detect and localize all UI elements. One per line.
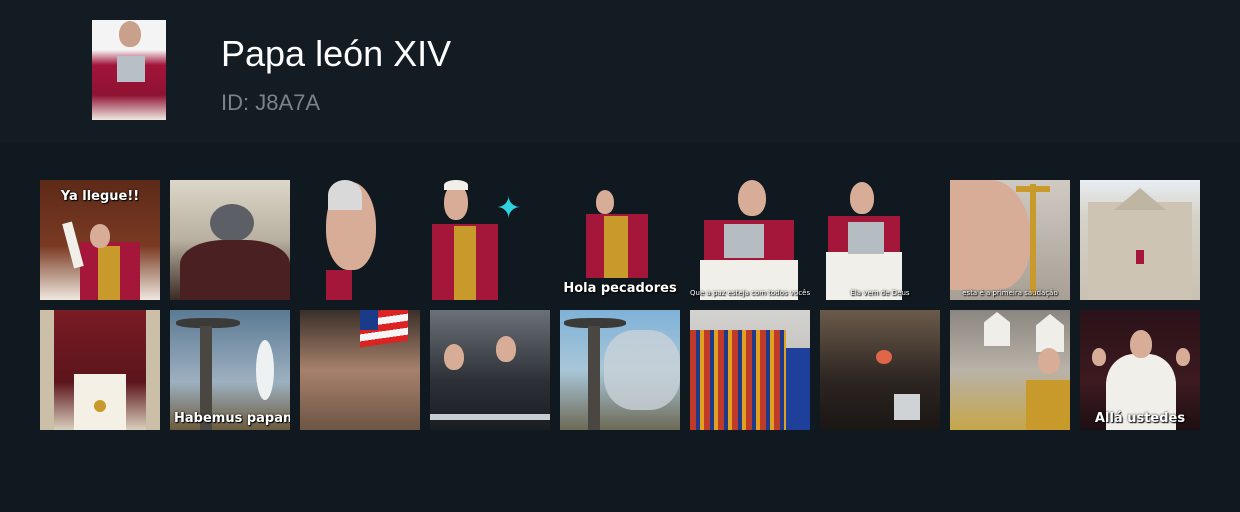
sticker-crowd-cheer[interactable]: [430, 310, 550, 430]
sticker-basilica[interactable]: [1080, 180, 1200, 300]
sticker-grid: Ya llegue!! ✦ Hola pecadores Que a paz e…: [40, 180, 1200, 430]
pack-cover-image: [92, 20, 166, 120]
sticker-alla-ustedes[interactable]: Allá ustedes: [1080, 310, 1200, 430]
pack-id: ID: J8A7A: [221, 90, 321, 115]
sticker-cardinals-room[interactable]: [820, 310, 940, 430]
sticker-primeira-saudacao[interactable]: esta é a primeira saudação: [950, 180, 1070, 300]
sticker-caption: Ela vem de Deus: [850, 289, 910, 297]
sparkle-icon: ✦: [496, 192, 522, 225]
sticker-chimney-smoke[interactable]: [560, 310, 680, 430]
sticker-caption: Hola pecadores: [563, 281, 677, 296]
sticker-habemus-papam[interactable]: Habemus papam: [170, 310, 290, 430]
sticker-swiss-guard[interactable]: [690, 310, 810, 430]
sticker-balcony[interactable]: [40, 310, 160, 430]
sticker-profile[interactable]: [300, 180, 420, 300]
sticker-ela-vem[interactable]: Ela vem de Deus: [820, 180, 940, 300]
sticker-caption: Habemus papam: [174, 411, 290, 426]
sticker-sparkle[interactable]: ✦: [430, 180, 550, 300]
sticker-mitres[interactable]: [950, 310, 1070, 430]
sticker-caption: esta é a primeira saudação: [962, 289, 1058, 297]
sticker-reading[interactable]: Que a paz esteja com todos vocês: [690, 180, 810, 300]
sticker-caption: Ya llegue!!: [60, 189, 140, 204]
sticker-hola-pecadores[interactable]: Hola pecadores: [560, 180, 680, 300]
sticker-caption: Allá ustedes: [1094, 411, 1186, 426]
sticker-crowd-flag[interactable]: [300, 310, 420, 430]
pack-header: Papa león XIV ID: J8A7A: [0, 0, 1240, 142]
pack-title: Papa león XIV: [221, 33, 452, 74]
sticker-caption: Que a paz esteja com todos vocês: [690, 289, 810, 297]
sticker-ya-llegue[interactable]: Ya llegue!!: [40, 180, 160, 300]
sticker-back-view[interactable]: [170, 180, 290, 300]
